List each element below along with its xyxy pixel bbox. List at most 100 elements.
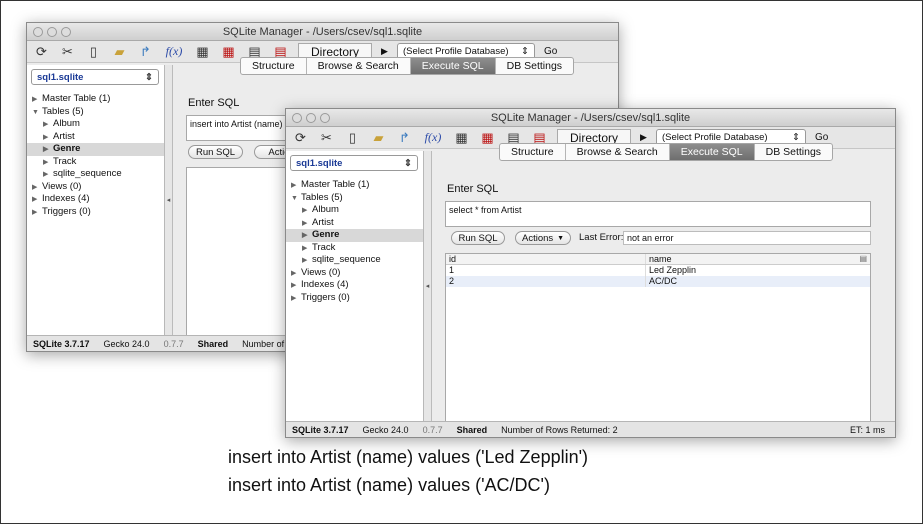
minimize-window-button[interactable]: [306, 113, 316, 123]
export-icon[interactable]: ↱: [137, 44, 154, 60]
sql-input[interactable]: select * from Artist: [445, 201, 871, 227]
minimize-window-button[interactable]: [47, 27, 57, 37]
database-select[interactable]: sql1.sqlite ⇕: [290, 155, 418, 171]
column-picker-icon[interactable]: ▤: [859, 254, 870, 264]
tree-item-triggers[interactable]: ▶ Triggers (0): [27, 206, 164, 219]
zoom-window-button[interactable]: [320, 113, 330, 123]
go-button[interactable]: Go: [815, 132, 828, 143]
tree-item-label: Track: [53, 155, 77, 167]
collapse-arrow-icon: ◂: [166, 197, 171, 204]
database-select-value: sql1.sqlite: [37, 72, 84, 83]
tab-execute-sql[interactable]: Execute SQL: [669, 144, 755, 160]
open-database-icon[interactable]: ▰: [370, 130, 387, 146]
drop-table-icon[interactable]: ▦: [220, 44, 237, 60]
zoom-window-button[interactable]: [61, 27, 71, 37]
column-header-name[interactable]: name: [646, 254, 859, 264]
tree-item-label: Indexes (4): [42, 193, 90, 204]
splitter-handle[interactable]: ◂: [424, 151, 432, 421]
new-database-icon[interactable]: ▯: [85, 44, 102, 60]
tree-item-artist[interactable]: ▶ Artist: [286, 217, 423, 230]
tree-item-master-table[interactable]: ▶ Master Table (1): [27, 93, 164, 106]
tree-item-label: Tables (5): [301, 191, 343, 203]
run-sql-button[interactable]: Run SQL: [451, 231, 505, 245]
collapse-arrow-icon: ◂: [425, 283, 430, 290]
table-row[interactable]: 1 Led Zepplin: [446, 265, 870, 276]
tree-item-label: Triggers (0): [42, 205, 91, 217]
tree-item-indexes[interactable]: ▶ Indexes (4): [286, 279, 423, 292]
cell-name: AC/DC: [649, 276, 678, 286]
tools-icon[interactable]: ✂: [59, 44, 76, 60]
tab-execute-sql[interactable]: Execute SQL: [410, 58, 496, 74]
open-database-icon[interactable]: ▰: [111, 44, 128, 60]
tree-item-label: Triggers (0): [301, 291, 350, 303]
tree-item-label: Indexes (4): [301, 279, 349, 290]
close-window-button[interactable]: [292, 113, 302, 123]
sqlite-version: SQLite 3.7.17: [33, 338, 90, 349]
create-table-icon[interactable]: ▦: [453, 130, 470, 146]
run-sql-button[interactable]: Run SQL: [188, 145, 243, 159]
go-button[interactable]: Go: [544, 46, 557, 57]
database-select[interactable]: sql1.sqlite ⇕: [31, 69, 159, 85]
collapsed-arrow-icon: ▶: [291, 282, 297, 289]
tools-icon[interactable]: ✂: [318, 130, 335, 146]
collapsed-arrow-icon: ▶: [32, 96, 38, 103]
tree-item-master-table[interactable]: ▶ Master Table (1): [286, 179, 423, 192]
tab-structure[interactable]: Structure: [241, 58, 307, 74]
tree-item-indexes[interactable]: ▶ Indexes (4): [27, 193, 164, 206]
tree-item-tables[interactable]: ▼ Tables (5): [27, 106, 164, 119]
actions-button[interactable]: Actions ▼: [515, 231, 571, 245]
tab-db-settings[interactable]: DB Settings: [496, 58, 573, 74]
export-icon[interactable]: ↱: [396, 130, 413, 146]
tree-item-track[interactable]: ▶ Track: [286, 242, 423, 255]
select-arrows-icon: ⇕: [520, 46, 529, 57]
tree-item-sqlite-sequence[interactable]: ▶ sqlite_sequence: [286, 254, 423, 267]
drop-table-icon[interactable]: ▦: [479, 130, 496, 146]
function-button[interactable]: f(x): [163, 44, 185, 60]
tab-browse-search[interactable]: Browse & Search: [566, 144, 670, 160]
play-arrow-icon[interactable]: ▶: [381, 46, 388, 57]
database-select-value: sql1.sqlite: [296, 158, 343, 169]
window-controls[interactable]: [33, 27, 71, 37]
column-header-id[interactable]: id: [446, 254, 646, 264]
refresh-icon[interactable]: ⟳: [292, 130, 309, 146]
tab-db-settings[interactable]: DB Settings: [755, 144, 832, 160]
tree-item-genre[interactable]: ▶ Genre: [27, 143, 164, 156]
new-database-icon[interactable]: ▯: [344, 130, 361, 146]
select-arrows-icon: ⇕: [145, 72, 153, 83]
title-bar[interactable]: SQLite Manager - /Users/csev/sql1.sqlite: [27, 23, 618, 41]
tree-item-label: Artist: [53, 130, 75, 142]
create-table-icon[interactable]: ▦: [194, 44, 211, 60]
tree-item-artist[interactable]: ▶ Artist: [27, 131, 164, 144]
refresh-icon[interactable]: ⟳: [33, 44, 50, 60]
window-controls[interactable]: [292, 113, 330, 123]
actions-label: Actions: [522, 232, 554, 244]
title-bar[interactable]: SQLite Manager - /Users/csev/sql1.sqlite: [286, 109, 895, 127]
last-error-label: Last Error:: [579, 232, 624, 243]
tree-item-views[interactable]: ▶ Views (0): [27, 181, 164, 194]
shared-status: Shared: [456, 424, 488, 435]
function-button[interactable]: f(x): [422, 130, 444, 146]
last-error-field: not an error: [623, 231, 871, 245]
tree-item-album[interactable]: ▶ Album: [27, 118, 164, 131]
tree-item-track[interactable]: ▶ Track: [27, 156, 164, 169]
tree-item-label: Album: [53, 118, 80, 129]
table-row[interactable]: 2 AC/DC: [446, 276, 870, 287]
play-arrow-icon[interactable]: ▶: [640, 132, 647, 143]
tree-item-views[interactable]: ▶ Views (0): [286, 267, 423, 280]
splitter-handle[interactable]: ◂: [165, 65, 173, 335]
tree-item-label: Track: [312, 241, 336, 253]
cell-name: Led Zepplin: [649, 265, 697, 275]
tab-structure[interactable]: Structure: [500, 144, 566, 160]
tree-item-label: Views (0): [301, 266, 341, 278]
sqlite-manager-window-front[interactable]: SQLite Manager - /Users/csev/sql1.sqlite…: [285, 108, 896, 438]
results-grid[interactable]: id name ▤ 1 Led Zepplin 2 AC/DC: [445, 253, 871, 437]
tree-item-sqlite-sequence[interactable]: ▶ sqlite_sequence: [27, 168, 164, 181]
close-window-button[interactable]: [33, 27, 43, 37]
tree-item-tables[interactable]: ▼ Tables (5): [286, 192, 423, 205]
tree-item-genre[interactable]: ▶ Genre: [286, 229, 423, 242]
tab-bar: Structure Browse & Search Execute SQL DB…: [499, 143, 834, 161]
tab-browse-search[interactable]: Browse & Search: [307, 58, 411, 74]
cell-id: 2: [446, 276, 646, 287]
tree-item-triggers[interactable]: ▶ Triggers (0): [286, 292, 423, 305]
tree-item-album[interactable]: ▶ Album: [286, 204, 423, 217]
